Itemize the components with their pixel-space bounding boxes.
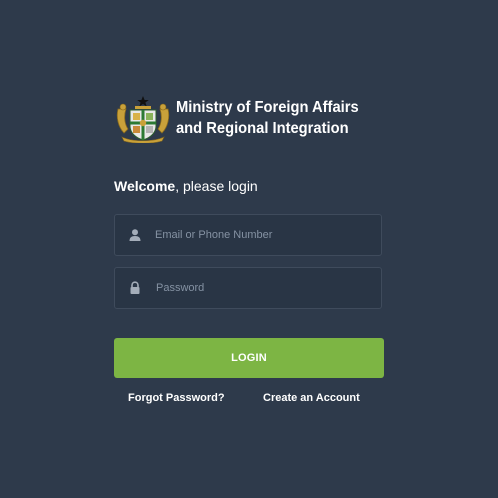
- welcome-rest: , please login: [175, 178, 258, 194]
- password-field[interactable]: [114, 267, 382, 309]
- ministry-name: Ministry of Foreign Affairs and Regional…: [176, 97, 359, 139]
- forgot-password-link[interactable]: Forgot Password?: [128, 392, 225, 405]
- ministry-logo: Ministry of Foreign Affairs and Regional…: [114, 95, 394, 143]
- password-input[interactable]: [156, 268, 376, 308]
- create-account-link[interactable]: Create an Account: [263, 392, 360, 405]
- ministry-name-line2: and Regional Integration: [176, 120, 349, 137]
- login-button[interactable]: LOGIN: [114, 338, 384, 378]
- ministry-name-line1: Ministry of Foreign Affairs: [176, 99, 359, 116]
- welcome-bold: Welcome: [114, 178, 176, 194]
- ghana-coat-of-arms-icon: [116, 96, 170, 143]
- email-field[interactable]: [114, 214, 382, 256]
- lock-icon: [130, 281, 140, 294]
- welcome-message: Welcome, please login: [114, 177, 258, 195]
- email-input[interactable]: [155, 215, 375, 255]
- user-icon: [129, 229, 141, 241]
